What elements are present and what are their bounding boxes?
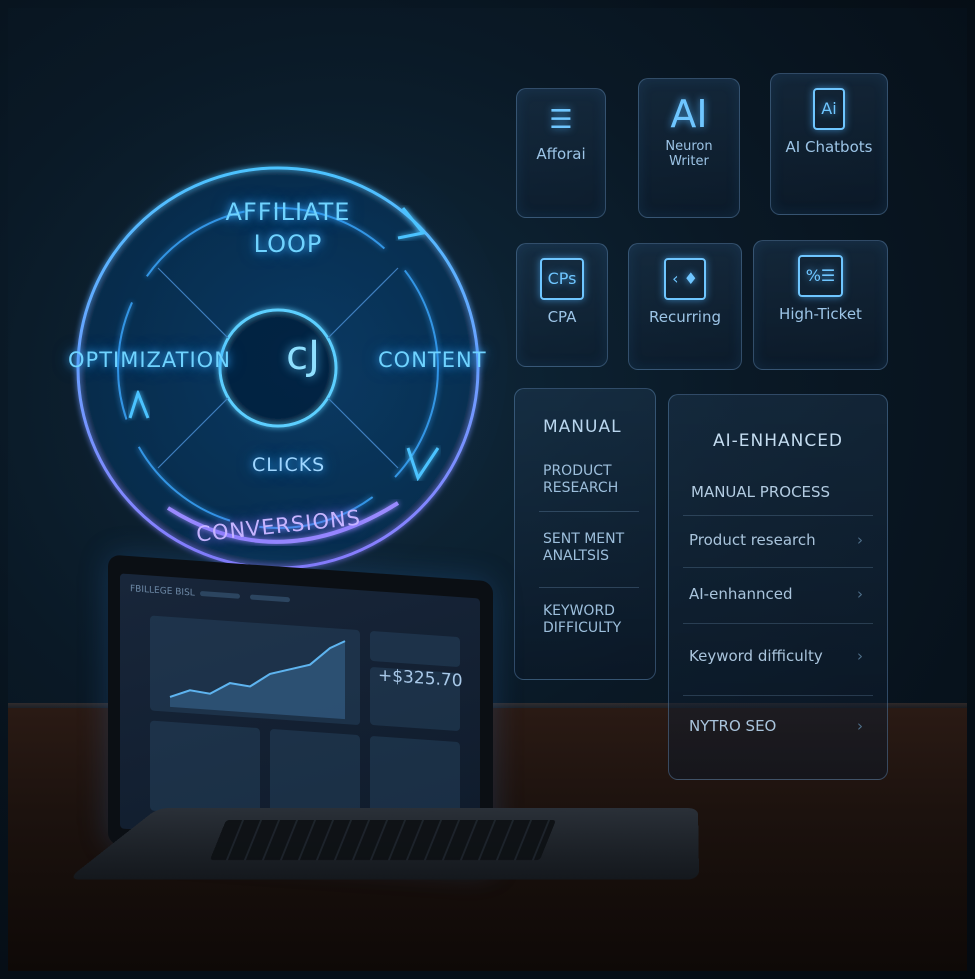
- loop-title-line2: LOOP: [253, 230, 323, 258]
- laptop-keyboard: [209, 820, 557, 860]
- nav-bar: [250, 594, 290, 603]
- ai-row[interactable]: Product research ›: [689, 531, 869, 549]
- loop-stage-optimization: OPTIMIZATION: [68, 348, 231, 372]
- list-tile: [150, 720, 260, 819]
- tool-card-ai-chatbots[interactable]: Ai AI Chatbots: [770, 73, 888, 215]
- divider: [539, 511, 639, 512]
- divider: [683, 567, 873, 568]
- ai-row[interactable]: NYTRO SEO ›: [689, 717, 869, 735]
- tool-card-recurring[interactable]: ‹ ♦ Recurring: [628, 243, 742, 370]
- tool-label-line1: Neuron: [665, 139, 713, 154]
- ai-row-label: Product research: [689, 531, 816, 549]
- dashboard-header: FBILLEGE BISL: [130, 584, 195, 599]
- ai-row-label: NYTRO SEO: [689, 717, 777, 735]
- chevron-right-icon: ›: [857, 647, 863, 665]
- nav-bar: [200, 591, 240, 599]
- divider: [683, 623, 873, 624]
- loop-stage-content: CONTENT: [378, 348, 487, 372]
- tool-label: AI Chatbots: [785, 138, 873, 156]
- ai-row[interactable]: Keyword difficulty ›: [689, 647, 869, 665]
- divider: [683, 695, 873, 696]
- tool-card-high-ticket[interactable]: %☰ High-Ticket: [753, 240, 888, 370]
- divider: [539, 587, 639, 588]
- percent-list-icon: %☰: [754, 255, 887, 297]
- tool-card-afforai[interactable]: ☰ Afforai: [516, 88, 606, 218]
- ai-row-label: AI-enhannced: [689, 585, 793, 603]
- tool-label: CPA: [547, 308, 577, 326]
- ai-row-label: Keyword difficulty: [689, 647, 823, 665]
- ai-text-icon: AI: [670, 92, 708, 136]
- tool-card-cpa[interactable]: CPs CPA: [516, 243, 608, 367]
- ai-panel-heading: AI-ENHANCED: [712, 431, 844, 451]
- tool-label: High-Ticket: [779, 305, 862, 323]
- manual-item: PRODUCT RESEARCH: [543, 463, 619, 496]
- chevron-right-icon: ›: [857, 585, 863, 603]
- stat-tile: [370, 630, 460, 668]
- divider: [683, 515, 873, 516]
- tool-label: Afforai: [536, 145, 586, 163]
- ai-bubble-icon: Ai: [813, 88, 845, 130]
- manual-item: KEYWORD DIFFICULTY: [543, 603, 622, 636]
- shield-icon: ‹ ♦: [629, 258, 741, 300]
- cps-box-icon: CPs: [539, 258, 585, 300]
- scene: AFFILIATE LOOP OPTIMIZATION CONTENT CLIC…: [8, 8, 967, 971]
- tool-label-line2: Writer: [669, 154, 709, 169]
- tool-card-neuron-writer[interactable]: AI Neuron Writer: [638, 78, 740, 218]
- loop-title: AFFILIATE LOOP: [218, 196, 358, 260]
- ai-panel-subheading: MANUAL PROCESS: [691, 483, 831, 501]
- chevron-right-icon: ›: [857, 717, 863, 735]
- revenue-line-chart: [169, 640, 346, 720]
- manual-panel: MANUAL PRODUCT RESEARCH SENT MENT ANALTS…: [514, 388, 656, 680]
- ai-row[interactable]: AI-enhannced ›: [689, 585, 869, 603]
- chart-tile: [150, 615, 360, 726]
- cj-logo-icon: cJ: [286, 333, 320, 379]
- cps-icon: CPs: [517, 258, 607, 300]
- chevron-right-icon: ›: [857, 531, 863, 549]
- loop-stage-clicks: CLICKS: [252, 454, 326, 476]
- loop-title-line1: AFFILIATE: [225, 198, 351, 226]
- tool-label: Recurring: [649, 308, 721, 326]
- ai-enhanced-panel: AI-ENHANCED MANUAL PROCESS Product resea…: [668, 394, 888, 780]
- stack-icon: ☰: [549, 105, 573, 135]
- manual-heading: MANUAL: [543, 417, 622, 437]
- chat-bubble-icon: Ai: [771, 88, 887, 130]
- manual-item: SENT MENT ANALTSIS: [543, 531, 625, 564]
- affiliate-loop-diagram: AFFILIATE LOOP OPTIMIZATION CONTENT CLIC…: [68, 148, 488, 588]
